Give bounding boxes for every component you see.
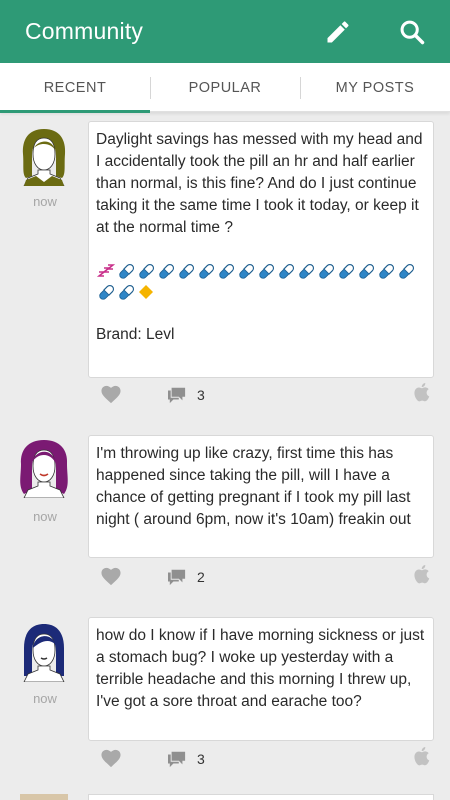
post-card[interactable]: Daylight savings has messed with my head… xyxy=(88,121,434,378)
pill-emoji xyxy=(256,261,276,281)
pill-emoji xyxy=(356,261,376,281)
apple-icon xyxy=(414,747,430,766)
search-button[interactable] xyxy=(392,12,432,52)
pencil-icon xyxy=(327,21,349,43)
tab-bar: RECENT POPULAR MY POSTS xyxy=(0,63,450,113)
pill-emoji xyxy=(116,261,136,281)
pill-emoji xyxy=(296,261,316,281)
post-card[interactable]: how do I know if I have morning sickness… xyxy=(88,617,434,741)
pill-emoji xyxy=(396,261,416,281)
pill-emoji xyxy=(196,261,216,281)
post-timestamp: now xyxy=(33,509,57,524)
post-timestamp: now xyxy=(33,194,57,209)
avatar[interactable] xyxy=(18,438,70,498)
diamond-emoji xyxy=(136,282,156,302)
post-body: how do I know if I have morning sickness… xyxy=(96,627,429,710)
pill-emoji xyxy=(316,261,336,281)
comment-button[interactable]: 2 xyxy=(166,566,205,588)
post-brand: Brand: Levl xyxy=(96,326,175,343)
comment-icon xyxy=(168,569,186,586)
active-tab-indicator xyxy=(0,110,150,113)
apple-icon xyxy=(414,383,430,402)
pill-emoji xyxy=(376,261,396,281)
tab-popular[interactable]: POPULAR xyxy=(150,63,300,112)
post-timestamp: now xyxy=(33,691,57,706)
app-title: Community xyxy=(25,18,144,44)
tab-my-posts[interactable]: MY POSTS xyxy=(300,63,450,112)
tab-recent-label: RECENT xyxy=(43,79,107,96)
comment-count: 2 xyxy=(197,569,205,585)
pill-emoji xyxy=(116,282,136,302)
pill-emoji xyxy=(136,261,156,281)
pill-emoji xyxy=(236,261,256,281)
heart-icon[interactable] xyxy=(100,384,122,404)
pill-emoji xyxy=(276,261,296,281)
comment-count: 3 xyxy=(197,751,205,767)
comment-button[interactable]: 3 xyxy=(166,748,205,770)
search-icon xyxy=(400,20,425,45)
pill-emoji xyxy=(336,261,356,281)
heart-icon[interactable] xyxy=(100,566,122,586)
pill-emoji xyxy=(96,282,116,302)
avatar[interactable] xyxy=(18,126,70,186)
comment-button[interactable]: 3 xyxy=(166,384,205,406)
comment-count: 3 xyxy=(197,387,205,403)
post-body: I'm throwing up like crazy, first time t… xyxy=(96,445,415,528)
tab-recent[interactable]: RECENT xyxy=(0,63,150,113)
tab-my-posts-label: MY POSTS xyxy=(335,79,415,96)
emoji-row xyxy=(96,261,416,302)
apple-icon xyxy=(414,565,430,584)
avatar[interactable] xyxy=(18,622,70,682)
next-post-peek xyxy=(0,794,450,800)
post-card[interactable]: I'm throwing up like crazy, first time t… xyxy=(88,435,434,558)
pill-emoji xyxy=(216,261,236,281)
compose-button[interactable] xyxy=(318,12,358,52)
pill-emoji xyxy=(156,261,176,281)
zzz-emoji xyxy=(96,261,116,281)
post-actions: 3 xyxy=(88,745,434,773)
pill-emoji xyxy=(176,261,196,281)
post-actions: 3 xyxy=(88,381,434,409)
comment-icon xyxy=(168,751,186,768)
post-body: Daylight savings has messed with my head… xyxy=(96,131,427,236)
post-actions: 2 xyxy=(88,563,434,591)
tab-popular-label: POPULAR xyxy=(188,79,262,96)
comment-icon xyxy=(168,387,186,404)
heart-icon[interactable] xyxy=(100,748,122,768)
app-bar: Community xyxy=(0,0,450,63)
